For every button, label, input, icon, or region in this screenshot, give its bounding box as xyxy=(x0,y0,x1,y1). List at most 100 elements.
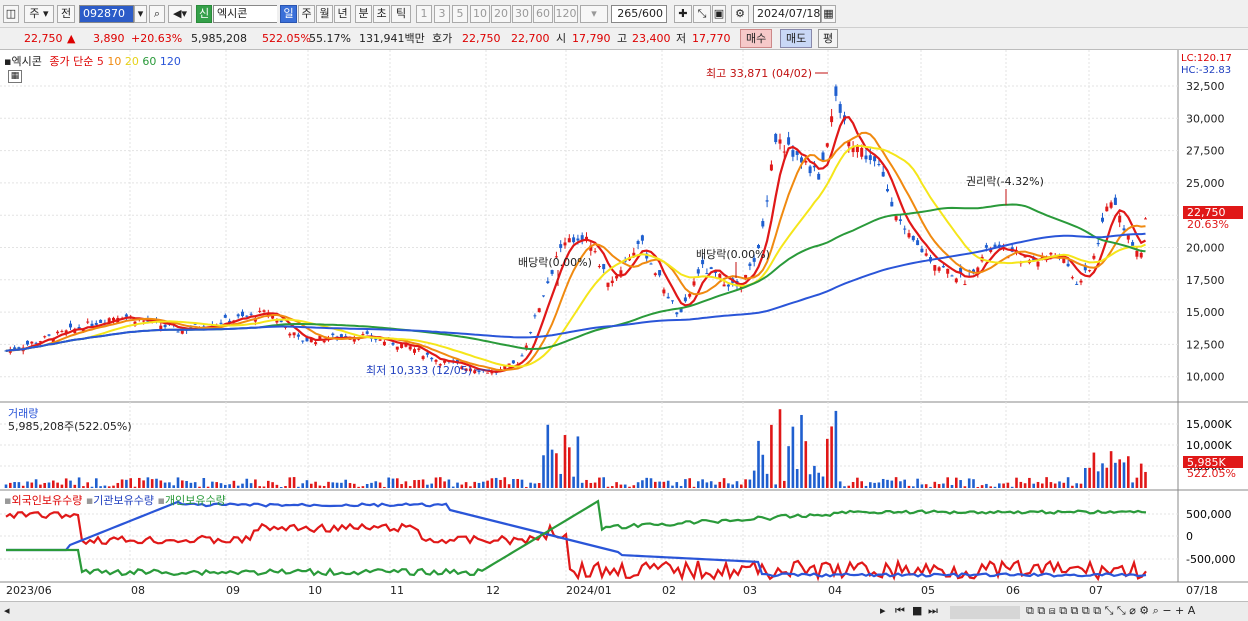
legend-box-icon: ▪ xyxy=(157,494,165,507)
interval-1[interactable]: 1 xyxy=(416,5,432,23)
bottom-scrollbar[interactable]: ◂ ▸ ⏮ ■ ⏭ ⧉ ⧉ ⧈ ⧉ ⧉ ⧉ ⧉ ⤡ ⤡ ⌀ ⚙ ⌕ − + A xyxy=(0,601,1248,621)
dividend-note: 배당락(0.00%) xyxy=(696,248,770,261)
candle-body xyxy=(99,319,103,323)
stop-icon[interactable]: ■ xyxy=(912,604,922,617)
period-tick[interactable]: 틱 xyxy=(391,5,411,23)
volume-bar xyxy=(361,486,365,488)
volume-bar xyxy=(150,479,154,488)
period-week[interactable]: 주 xyxy=(298,5,315,23)
x-label: 04 xyxy=(828,584,842,597)
x-label: 05 xyxy=(921,584,935,597)
legend-ma20: 20 xyxy=(124,55,139,68)
display-count-input[interactable]: 265/600 xyxy=(611,5,667,23)
volume-bar xyxy=(525,486,528,488)
candle-body xyxy=(47,334,51,336)
interval-20[interactable]: 20 xyxy=(491,5,511,23)
search-icon[interactable]: ⌕ xyxy=(149,5,165,23)
volume-bar xyxy=(262,486,266,488)
zoom-slider[interactable] xyxy=(950,606,1020,619)
volume-bar xyxy=(662,481,666,488)
volume-bar xyxy=(550,449,554,488)
volume-bar xyxy=(327,481,330,488)
window-icon[interactable]: ◫ xyxy=(3,5,19,23)
speaker-icon[interactable]: ◀▾ xyxy=(168,5,192,23)
period-day[interactable]: 일 xyxy=(280,5,297,23)
interval-30[interactable]: 30 xyxy=(512,5,532,23)
volume-bar xyxy=(546,424,550,488)
low-label: 저 xyxy=(676,32,687,45)
volume-bar xyxy=(972,479,975,488)
buy-button[interactable]: 매수 xyxy=(740,29,773,48)
volume-bar xyxy=(1010,486,1014,488)
scroll-right-icon[interactable]: ▸ xyxy=(880,604,886,617)
volume-bar xyxy=(748,479,752,488)
prev-button[interactable]: 전 xyxy=(57,5,75,23)
candle-body xyxy=(722,284,726,287)
interval-120[interactable]: 120 xyxy=(554,5,578,23)
interval-3[interactable]: 3 xyxy=(434,5,450,23)
volume-bar xyxy=(232,480,236,488)
volume-value: 5,985,208 xyxy=(191,32,247,45)
interval-10[interactable]: 10 xyxy=(470,5,490,23)
stock-code-input[interactable]: 092870 xyxy=(79,5,134,23)
candle-body xyxy=(395,346,399,350)
volume-bar xyxy=(692,486,696,488)
candle-body xyxy=(825,143,829,147)
volume-bar xyxy=(460,484,464,488)
period-year[interactable]: 년 xyxy=(334,5,351,23)
volume-bar xyxy=(593,482,597,488)
volume-bar xyxy=(744,479,747,488)
period-month[interactable]: 월 xyxy=(316,5,333,23)
volume-bar xyxy=(490,478,494,488)
candle-body xyxy=(984,245,988,248)
jump-start-icon[interactable]: ⏮ xyxy=(895,604,905,618)
candle-body xyxy=(434,359,438,362)
volume-bar xyxy=(494,477,498,488)
jump-end-icon[interactable]: ⏭ xyxy=(928,604,938,618)
code-dropdown-icon[interactable]: ▾ xyxy=(134,5,147,23)
volume-bar xyxy=(434,477,438,488)
interval-60[interactable]: 60 xyxy=(533,5,553,23)
volume-bar xyxy=(920,484,924,488)
volume-bar xyxy=(890,480,894,488)
volume-bar xyxy=(727,483,730,488)
volume-bar xyxy=(950,484,954,488)
candle-body xyxy=(778,139,782,144)
volume-bar xyxy=(516,478,519,488)
period-minute[interactable]: 분 xyxy=(355,5,372,23)
volume-bar xyxy=(512,479,515,488)
candle-body xyxy=(890,201,894,207)
candle-body xyxy=(1135,250,1139,257)
volume-bar xyxy=(163,482,167,488)
volume-bar xyxy=(39,484,42,488)
turnover-rate: 55.17% xyxy=(309,32,351,45)
volume-bar xyxy=(112,485,115,488)
grid-toggle-icon[interactable]: ▦ xyxy=(8,70,22,83)
scroll-left-icon[interactable]: ◂ xyxy=(4,604,10,617)
gear-icon[interactable]: ⚙ xyxy=(731,5,749,23)
interval-5[interactable]: 5 xyxy=(452,5,468,23)
crosshair-icon[interactable]: ✚ xyxy=(674,5,692,23)
chart-type-icon[interactable]: ⤡ xyxy=(693,5,711,23)
candle-body xyxy=(486,372,490,374)
stock-chart[interactable]: 32,50030,00027,50025,00022,50020,00017,5… xyxy=(0,50,1248,601)
calendar-icon[interactable]: ▦ xyxy=(821,5,836,23)
low-price: 17,770 xyxy=(692,32,731,45)
volume-bar xyxy=(623,484,627,488)
volume-bar xyxy=(787,446,790,488)
volume-bar xyxy=(9,482,12,488)
eval-button[interactable]: 평 xyxy=(818,29,839,48)
candle-body xyxy=(830,116,834,123)
volume-bar xyxy=(353,483,356,488)
volume-bar xyxy=(765,473,769,488)
legend-foreign: 외국인보유수량 xyxy=(11,494,83,507)
interval-custom-select[interactable]: ▾ xyxy=(580,5,608,23)
volume-bar xyxy=(860,481,863,488)
date-input[interactable]: 2024/07/18 xyxy=(753,5,821,23)
sell-button[interactable]: 매도 xyxy=(780,29,813,48)
stock-name-field[interactable]: 엑시콘 xyxy=(213,5,277,23)
period-second[interactable]: 초 xyxy=(373,5,390,23)
save-icon[interactable]: ▣ xyxy=(712,5,726,23)
tool-icons[interactable]: ⧉ ⧉ ⧈ ⧉ ⧉ ⧉ ⧉ ⤡ ⤡ ⌀ ⚙ ⌕ − + A xyxy=(1026,604,1195,618)
market-select[interactable]: 주 ▾ xyxy=(24,5,54,23)
